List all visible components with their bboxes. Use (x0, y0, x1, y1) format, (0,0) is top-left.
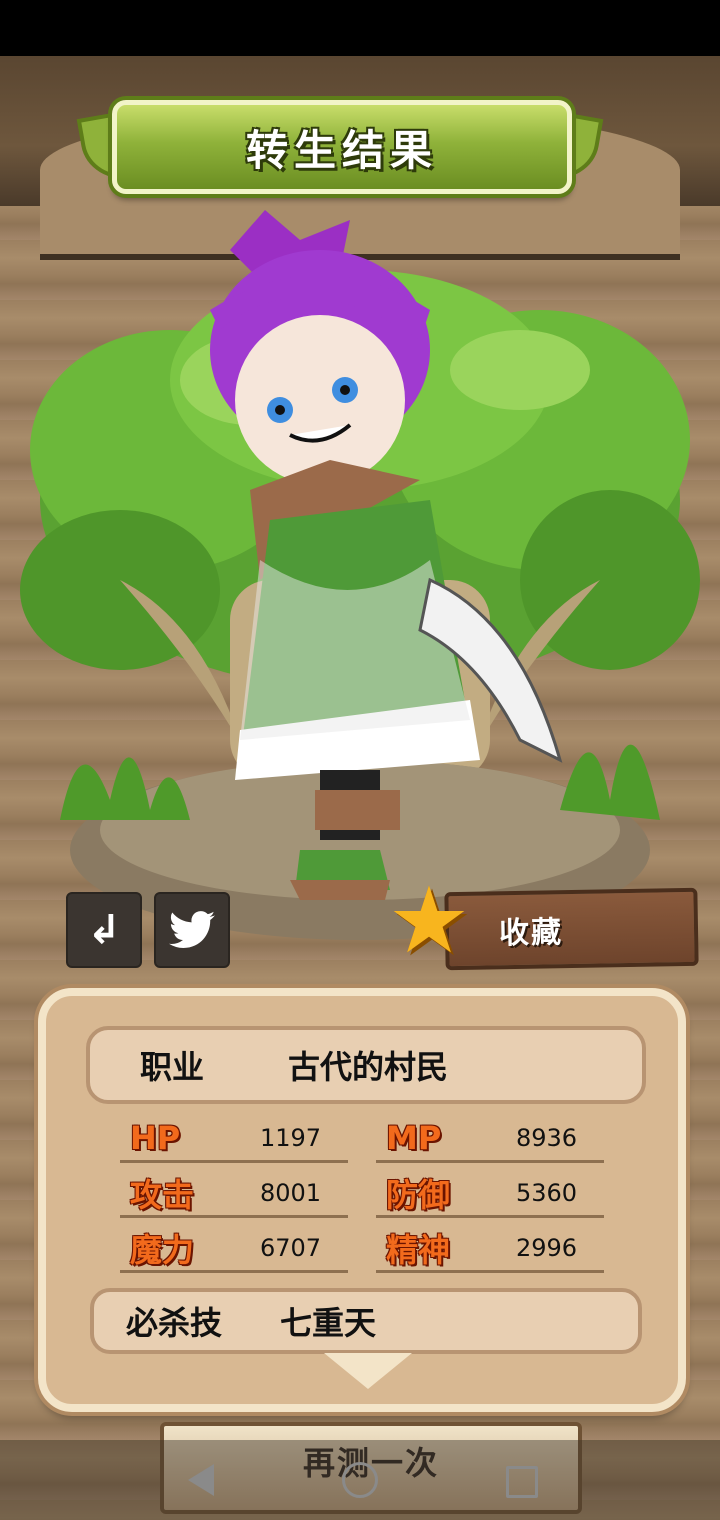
stat-defense: 防御 5360 (376, 1171, 604, 1218)
skill-label: 必杀技 (126, 1304, 223, 1342)
share-arrow-icon: ↲ (87, 907, 121, 953)
twitter-button[interactable] (154, 892, 230, 968)
title-banner: 转生结果 (112, 100, 572, 194)
stat-label: 精神 (386, 1231, 451, 1269)
character-scene (20, 210, 700, 940)
result-panel: 职业 古代的村民 HP 1197 MP 8936 攻击 8001 防御 5360… (38, 988, 686, 1412)
job-value: 古代的村民 (288, 1048, 449, 1086)
stat-label: 魔力 (130, 1231, 195, 1269)
game-screen: 转生结果 ↲ 收藏 ★ 职业 古代的村民 HP 1197 MP 8936 攻击 … (0, 0, 720, 1520)
share-button[interactable]: ↲ (66, 892, 142, 968)
skill-box: 必杀技 七重天 (90, 1288, 642, 1354)
stat-value: 6707 (260, 1234, 322, 1262)
stat-value: 5360 (516, 1179, 578, 1207)
skill-value: 七重天 (280, 1304, 377, 1342)
stat-attack: 攻击 8001 (120, 1171, 348, 1218)
stat-value: 2996 (516, 1234, 578, 1262)
favorite-button[interactable]: 收藏 (444, 887, 699, 971)
nav-recent-apps-icon[interactable] (506, 1466, 538, 1498)
nav-home-icon[interactable] (342, 1462, 378, 1498)
stat-label: HP (130, 1119, 181, 1157)
stat-value: 1197 (260, 1124, 322, 1152)
stat-label: 攻击 (130, 1176, 195, 1214)
job-label: 职业 (140, 1048, 205, 1086)
stat-spirit: 精神 2996 (376, 1226, 604, 1273)
stat-label: 防御 (386, 1176, 451, 1214)
favorite-label: 收藏 (498, 915, 564, 952)
page-title: 转生结果 (245, 125, 438, 175)
stat-value: 8001 (260, 1179, 322, 1207)
star-icon[interactable]: ★ (386, 875, 472, 967)
twitter-bird-icon (169, 911, 215, 949)
stat-hp: HP 1197 (120, 1116, 348, 1163)
stat-label: MP (386, 1119, 442, 1157)
expand-arrow-icon[interactable] (324, 1353, 412, 1389)
nav-back-icon[interactable] (188, 1464, 214, 1496)
status-bar (0, 0, 720, 56)
stat-value: 8936 (516, 1124, 578, 1152)
stat-mp: MP 8936 (376, 1116, 604, 1163)
stat-magic: 魔力 6707 (120, 1226, 348, 1273)
job-box: 职业 古代的村民 (86, 1026, 646, 1104)
